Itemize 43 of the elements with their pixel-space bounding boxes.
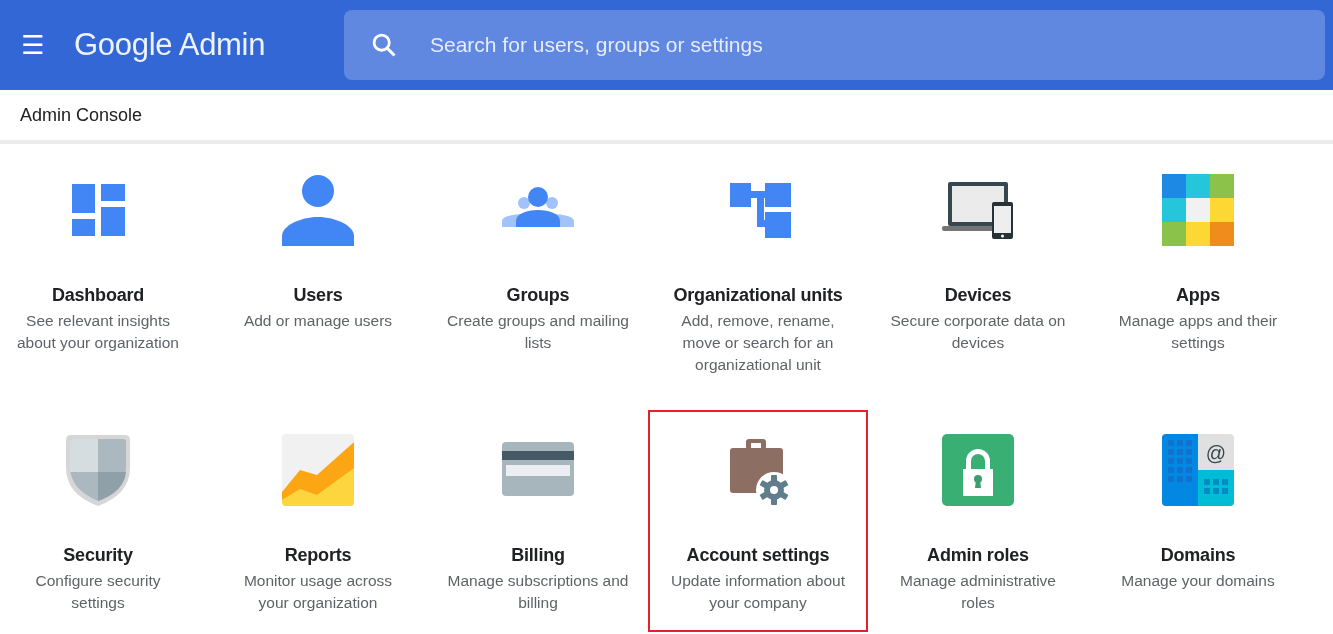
tile[interactable]: Groups Create groups and mailing lists: [428, 150, 648, 382]
tile[interactable]: Users Add or manage users: [208, 150, 428, 382]
tile-title: Domains: [1159, 544, 1237, 566]
tile-title: Security: [62, 544, 134, 566]
tile-title: Groups: [505, 284, 571, 306]
tile-description: Add or manage users: [242, 311, 394, 331]
search-field[interactable]: Search for users, groups or settings: [344, 10, 1325, 80]
tile-description: See relevant insights about your organization: [16, 311, 180, 353]
tile[interactable]: @ Domains Manage your domains: [1088, 410, 1308, 632]
domains-icon: @: [1162, 434, 1234, 506]
tile[interactable]: Admin roles Manage administrative roles: [868, 410, 1088, 632]
tile-description: Manage administrative roles: [899, 571, 1057, 613]
tile-description: Monitor usage across your organization: [242, 571, 394, 613]
tile[interactable]: Organizational units Add, remove, rename, move or search for an organizational unit: [648, 150, 868, 382]
tile-description: Update information about your company: [669, 571, 847, 613]
tile-title: Users: [292, 284, 344, 306]
tile[interactable]: Reports Monitor usage across your organization: [208, 410, 428, 632]
logo: Google Admin: [74, 27, 267, 63]
tile[interactable]: Account settings Update information about your company: [648, 410, 868, 632]
tile-description: Manage apps and their settings: [1117, 311, 1279, 353]
tile-title: Organizational units: [672, 284, 844, 306]
search-icon: [370, 31, 398, 59]
tile-title: Reports: [283, 544, 353, 566]
tile[interactable]: Dashboard See relevant insights about your organization: [0, 150, 208, 382]
tile-description: Add, remove, rename, move or search for an organizational unit: [680, 311, 836, 375]
tile-description: Create groups and mailing lists: [447, 311, 629, 353]
tile-title: Apps: [1174, 284, 1222, 306]
tile-title: Billing: [510, 544, 566, 566]
tile-title: Dashboard: [50, 284, 146, 306]
users-icon: [282, 174, 354, 246]
tile[interactable]: Devices Secure corporate data on devices: [868, 150, 1088, 382]
tile-title: Devices: [943, 284, 1013, 306]
breadcrumb[interactable]: Admin Console: [20, 104, 143, 126]
tile-title: Admin roles: [926, 544, 1030, 566]
tile-description: Secure corporate data on devices: [889, 311, 1067, 353]
tile-description: Configure security settings: [34, 571, 162, 613]
reports-icon: [282, 434, 354, 506]
tile[interactable]: Security Configure security settings: [0, 410, 208, 632]
tile-title: Account settings: [685, 544, 831, 566]
tile[interactable]: Apps Manage apps and their settings: [1088, 150, 1308, 382]
tile-description: Manage your domains: [1120, 571, 1276, 591]
tile-description: Manage subscriptions and billing: [447, 571, 629, 613]
tile[interactable]: Billing Manage subscriptions and billing: [428, 410, 648, 632]
